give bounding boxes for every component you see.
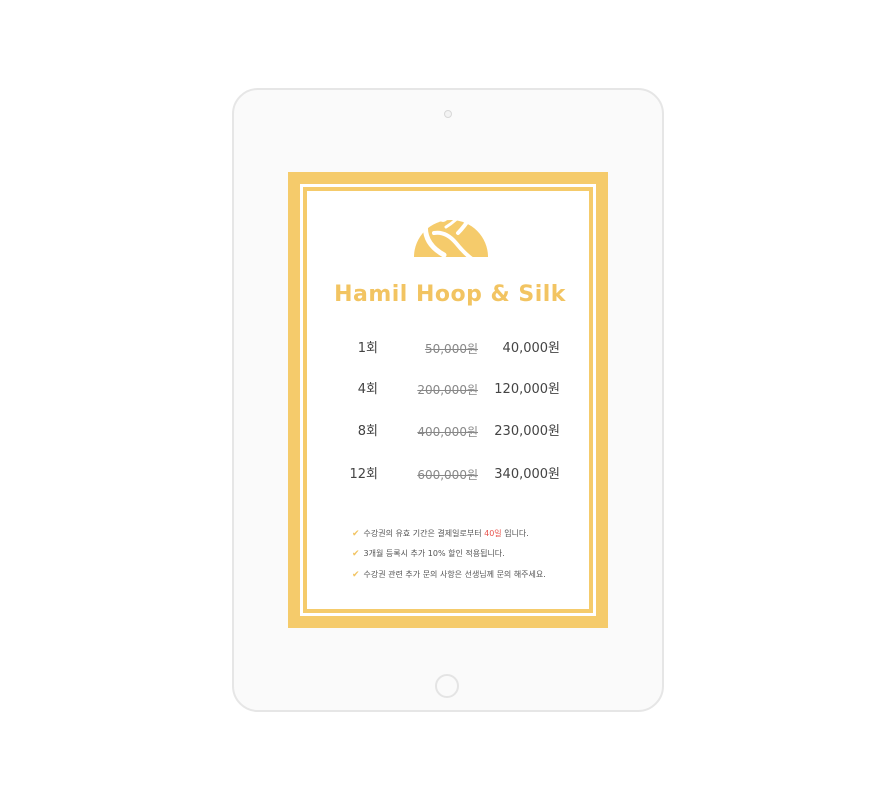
price-row: 1회 50,000원 40,000원 [330, 338, 570, 360]
note-text: 3개월 등록시 추가 10% 할인 적용됩니다. [363, 549, 505, 558]
original-price: 600,000원 [417, 468, 478, 482]
check-icon: ✔ [352, 570, 360, 580]
brand-title: Hamil Hoop & Silk [334, 282, 566, 307]
note-discount: ✔ 3개월 등록시 추가 10% 할인 적용됩니다. [352, 547, 592, 561]
price-row: 12회 600,000원 340,000원 [330, 464, 570, 486]
home-button[interactable] [435, 674, 459, 698]
session-count: 12회 [349, 467, 378, 482]
price-row: 8회 400,000원 230,000원 [330, 421, 570, 443]
session-count: 4회 [357, 382, 378, 397]
note-text: 수강권의 유효 기간은 결제일로부터 [363, 529, 485, 538]
sale-price: 340,000원 [494, 467, 560, 482]
original-price: 50,000원 [424, 342, 478, 356]
sale-price: 40,000원 [502, 341, 560, 356]
note-inquiry: ✔ 수강권 관련 추가 문의 사항은 선생님께 문의 해주세요. [352, 568, 592, 582]
note-validity: ✔ 수강권의 유효 기간은 결제일로부터 40일 입니다. [352, 527, 592, 541]
aerial-hoop-logo-icon [414, 209, 488, 261]
camera-icon [444, 110, 452, 118]
sale-price: 120,000원 [494, 382, 560, 397]
check-icon: ✔ [352, 549, 360, 559]
session-count: 1회 [357, 341, 378, 356]
sale-price: 230,000원 [494, 424, 560, 439]
note-highlight: 40일 [484, 529, 502, 538]
check-icon: ✔ [352, 529, 360, 539]
note-text: 수강권 관련 추가 문의 사항은 선생님께 문의 해주세요. [363, 570, 546, 579]
original-price: 400,000원 [417, 425, 478, 439]
price-row: 4회 200,000원 120,000원 [330, 379, 570, 401]
session-count: 8회 [357, 424, 378, 439]
original-price: 200,000원 [417, 383, 478, 397]
note-text: 입니다. [501, 529, 529, 538]
